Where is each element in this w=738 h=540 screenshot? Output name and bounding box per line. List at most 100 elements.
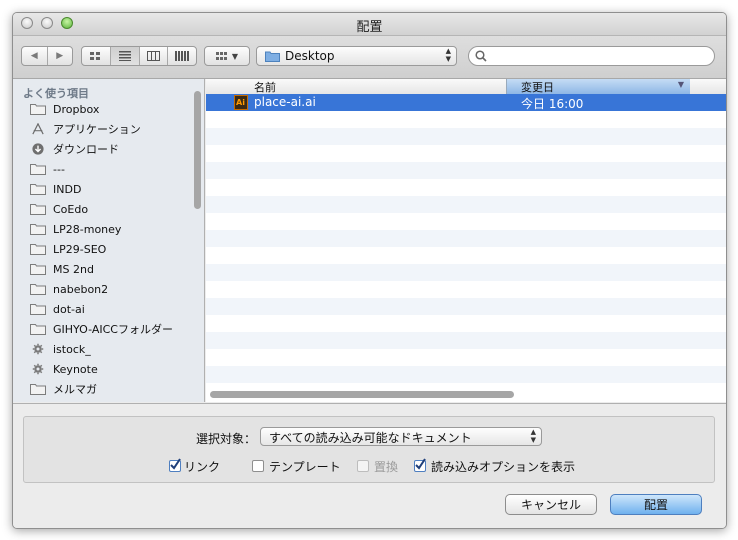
column-header-name[interactable]: 名前 — [254, 79, 276, 95]
illustrator-file-icon-label: Ai — [236, 98, 245, 107]
empty-row — [206, 264, 726, 281]
empty-row — [206, 298, 726, 315]
icon-view-icon — [90, 51, 101, 60]
column-header: 名前 変更日 ▼ — [206, 79, 726, 95]
column-view-icon — [146, 51, 160, 61]
view-mode-control — [81, 46, 197, 66]
folder-icon — [30, 324, 46, 335]
sidebar-item-keynote[interactable]: Keynote — [30, 360, 98, 378]
downloads-icon — [32, 143, 44, 155]
sidebar-item-label: nabebon2 — [53, 282, 109, 296]
back-button[interactable]: ◀ — [22, 47, 48, 65]
filter-popup[interactable]: すべての読み込み可能なドキュメント ▲ ▼ — [260, 427, 542, 446]
sidebar-item-dashes[interactable]: --- — [30, 160, 65, 178]
replace-checkbox[interactable] — [357, 460, 369, 472]
replace-checkbox-label: 置換 — [374, 460, 399, 474]
empty-row — [206, 366, 726, 383]
empty-row — [206, 230, 726, 247]
empty-row — [206, 247, 726, 264]
dialog-footer: 選択対象： すべての読み込み可能なドキュメント ▲ ▼ リンク テンプレート 置換… — [13, 403, 726, 528]
sidebar-item-dropbox[interactable]: Dropbox — [30, 100, 99, 118]
popup-stepper-icon: ▲ ▼ — [530, 428, 536, 444]
sidebar-item-label: CoEdo — [53, 202, 89, 216]
empty-row — [206, 332, 726, 349]
sidebar-item-label: LP28-money — [53, 222, 122, 236]
search-field[interactable] — [468, 46, 715, 66]
folder-icon — [30, 304, 46, 315]
sidebar-item-downloads[interactable]: ダウンロード — [30, 140, 119, 158]
sidebar-item-ms-2nd[interactable]: MS 2nd — [30, 260, 94, 278]
sidebar-item-label: GIHYO-AICCフォルダー — [53, 323, 173, 336]
empty-row — [206, 196, 726, 213]
file-row[interactable]: Ai place-ai.ai 今日 16:00 — [206, 94, 726, 111]
place-dialog-window: 配置 ◀ ▶ ▼ Desktop ▲ ▼ よく使う項目 Dropbox アプリケ… — [12, 12, 727, 529]
title-bar: 配置 — [13, 13, 726, 36]
gear-icon — [32, 343, 44, 355]
sidebar-item-indd[interactable]: INDD — [30, 180, 81, 198]
sidebar-item-label: アプリケーション — [53, 123, 141, 136]
link-checkbox-label: リンク — [184, 460, 221, 474]
filter-popup-value: すべての読み込み可能なドキュメント — [269, 431, 472, 445]
empty-row — [206, 128, 726, 145]
sidebar-item-dot-ai[interactable]: dot-ai — [30, 300, 85, 318]
sidebar: よく使う項目 Dropbox アプリケーション ダウンロード --- INDD … — [13, 79, 205, 402]
empty-row — [206, 349, 726, 366]
coverflow-view-button[interactable] — [168, 47, 196, 65]
sidebar-item-lp29-seo[interactable]: LP29-SEO — [30, 240, 106, 258]
column-header-modified[interactable]: 変更日 ▼ — [506, 79, 690, 94]
back-forward-control: ◀ ▶ — [21, 46, 73, 66]
arrange-grid-icon — [215, 51, 227, 60]
search-icon — [475, 50, 487, 62]
file-list: 名前 変更日 ▼ Ai place-ai.ai 今日 16:00 — [206, 79, 726, 402]
forward-button[interactable]: ▶ — [48, 47, 73, 65]
show-import-options-checkbox[interactable] — [414, 458, 426, 472]
link-checkbox[interactable] — [169, 458, 181, 472]
sort-descending-icon: ▼ — [677, 80, 684, 89]
sidebar-item-gihyo-aicc[interactable]: GIHYO-AICCフォルダー — [30, 320, 173, 338]
column-view-button[interactable] — [140, 47, 169, 65]
chevron-down-icon: ▼ — [231, 51, 239, 61]
sidebar-item-coedo[interactable]: CoEdo — [30, 200, 88, 218]
search-input[interactable] — [491, 49, 710, 65]
arrange-menu-button[interactable]: ▼ — [204, 46, 250, 66]
sidebar-item-lp28-money[interactable]: LP28-money — [30, 220, 121, 238]
empty-row — [206, 145, 726, 162]
sidebar-item-label: Dropbox — [53, 102, 100, 116]
empty-row — [206, 281, 726, 298]
folder-icon — [30, 244, 46, 255]
location-popup[interactable]: Desktop ▲ ▼ — [256, 46, 457, 66]
sidebar-scrollbar-thumb[interactable] — [194, 91, 201, 209]
sidebar-item-label: INDD — [53, 182, 82, 196]
checkmark-icon — [415, 458, 426, 470]
checkmark-icon — [170, 458, 181, 470]
place-button[interactable]: 配置 — [610, 494, 702, 515]
icon-view-button[interactable] — [82, 47, 111, 65]
folder-icon — [30, 184, 46, 195]
sidebar-item-label: メルマガ — [53, 383, 97, 396]
empty-row — [206, 179, 726, 196]
applications-icon — [32, 123, 44, 135]
sidebar-item-applications[interactable]: アプリケーション — [30, 120, 141, 138]
sidebar-item-merumaga[interactable]: メルマガ — [30, 380, 97, 398]
file-modified-date: 今日 16:00 — [521, 97, 584, 111]
sidebar-item-label: dot-ai — [53, 302, 85, 316]
folder-icon — [30, 204, 46, 215]
file-name: place-ai.ai — [254, 95, 316, 109]
empty-row — [206, 213, 726, 230]
coverflow-view-icon — [175, 51, 190, 61]
list-view-icon — [118, 51, 131, 61]
folder-icon — [30, 164, 46, 175]
back-arrow-icon: ◀ — [30, 51, 38, 61]
sidebar-item-nabebon2[interactable]: nabebon2 — [30, 280, 108, 298]
folder-icon — [30, 104, 46, 115]
horizontal-scrollbar-thumb[interactable] — [210, 391, 514, 398]
sidebar-item-istock[interactable]: istock_ — [30, 340, 91, 358]
list-view-button[interactable] — [110, 47, 140, 65]
import-options-panel: 選択対象： すべての読み込み可能なドキュメント ▲ ▼ リンク テンプレート 置換… — [23, 416, 715, 483]
folder-icon — [30, 384, 46, 395]
template-checkbox[interactable] — [252, 460, 264, 472]
column-header-modified-label: 変更日 — [521, 81, 554, 94]
cancel-button[interactable]: キャンセル — [505, 494, 597, 515]
filter-label: 選択対象： — [196, 432, 257, 446]
sidebar-item-label: Keynote — [53, 362, 98, 376]
